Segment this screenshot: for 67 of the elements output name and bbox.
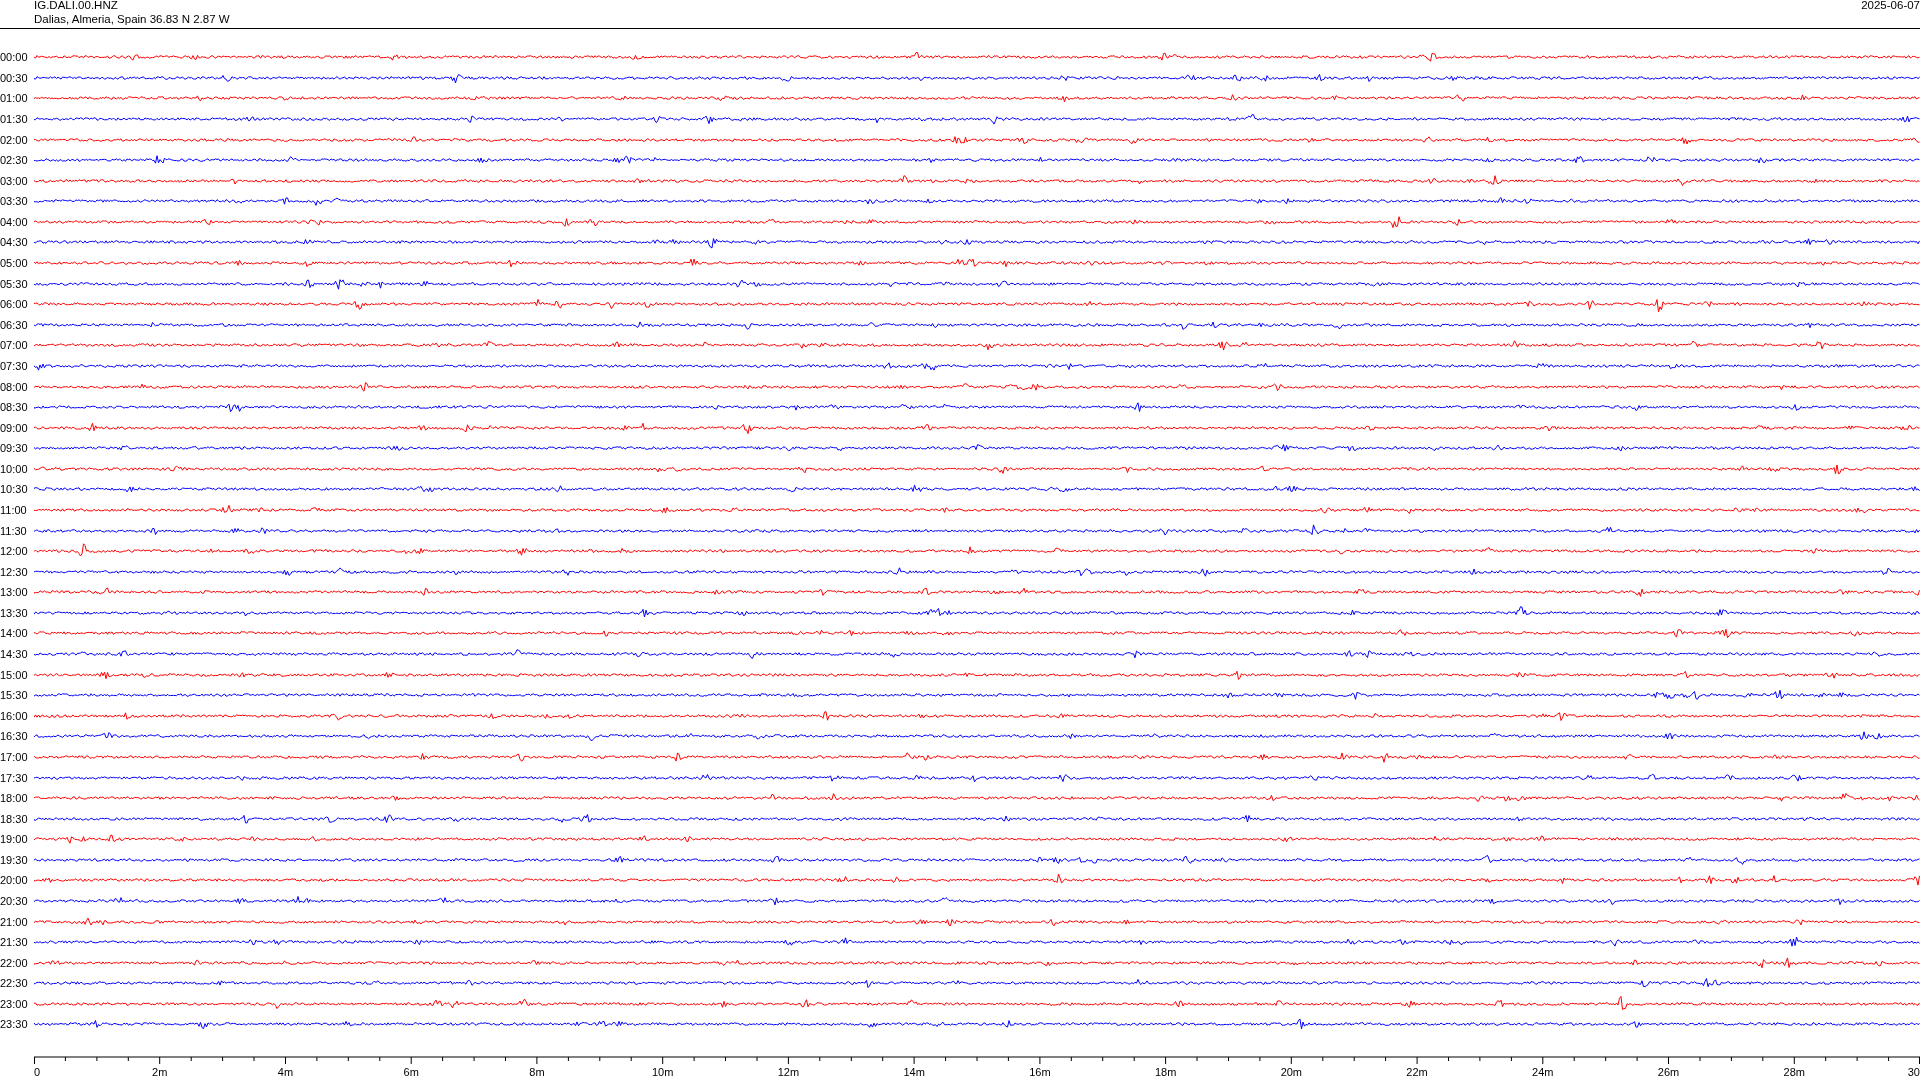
time-label: 13:00 <box>0 586 29 599</box>
time-label: 06:30 <box>0 318 29 331</box>
time-label: 21:30 <box>0 936 29 949</box>
time-label: 08:00 <box>0 380 29 393</box>
time-label: 18:30 <box>0 812 29 825</box>
time-label: 08:30 <box>0 401 29 414</box>
time-label: 12:00 <box>0 545 29 558</box>
axis-label: 0 <box>34 1065 41 1078</box>
axis-label: 30 <box>1907 1065 1920 1078</box>
station-location: Dalias, Almeria, Spain 36.83 N 2.87 W <box>34 12 230 26</box>
time-label: 12:30 <box>0 565 29 578</box>
time-label: 23:30 <box>0 1018 29 1031</box>
time-label: 20:00 <box>0 874 29 887</box>
axis-label: 12m <box>777 1065 800 1078</box>
record-date: 2025-06-07 <box>1861 0 1920 13</box>
time-label: 01:00 <box>0 92 29 105</box>
time-label: 19:30 <box>0 853 29 866</box>
axis-label: 18m <box>1154 1065 1177 1078</box>
time-label: 11:00 <box>0 504 28 516</box>
time-label: 04:30 <box>0 236 29 249</box>
axis-label: 2m <box>152 1065 168 1078</box>
time-label: 21:00 <box>0 915 29 928</box>
axis-label: 28m <box>1783 1065 1805 1078</box>
time-label: 16:00 <box>0 709 29 722</box>
time-label: 15:00 <box>0 668 29 681</box>
time-label: 14:00 <box>0 627 29 640</box>
time-label: 22:00 <box>0 956 29 969</box>
time-label: 07:00 <box>0 339 29 352</box>
time-label: 09:30 <box>0 442 29 455</box>
time-label: 18:00 <box>0 792 29 805</box>
time-label: 13:30 <box>0 606 29 619</box>
axis-label: 16m <box>1029 1065 1051 1078</box>
time-label: 17:30 <box>0 771 29 784</box>
time-label: 17:00 <box>0 750 29 763</box>
time-label: 02:30 <box>0 154 29 167</box>
axis-label: 10m <box>651 1065 674 1078</box>
time-label: 19:00 <box>0 833 29 846</box>
time-label: 23:00 <box>0 997 29 1010</box>
time-label: 04:00 <box>0 215 29 228</box>
axis-label: 22m <box>1406 1065 1428 1078</box>
axis-label: 14m <box>903 1065 925 1078</box>
time-label: 15:30 <box>0 689 29 702</box>
time-label: 22:30 <box>0 977 29 990</box>
axis-label: 8m <box>529 1065 545 1078</box>
time-label: 11:30 <box>0 524 28 537</box>
time-label: 00:00 <box>0 51 29 64</box>
time-label: 05:30 <box>0 277 29 290</box>
time-label: 10:00 <box>0 462 29 475</box>
time-label: 03:30 <box>0 195 29 208</box>
axis-label: 26m <box>1657 1065 1680 1078</box>
time-label: 01:30 <box>0 113 29 125</box>
axis-label: 20m <box>1280 1065 1303 1078</box>
axis-label: 6m <box>403 1065 419 1078</box>
time-label: 02:00 <box>0 133 29 146</box>
time-label: 03:00 <box>0 174 29 187</box>
time-label: 07:30 <box>0 359 29 372</box>
time-label: 16:30 <box>0 730 29 743</box>
time-label: 00:30 <box>0 71 29 84</box>
time-label: 14:30 <box>0 648 29 661</box>
time-label: 09:00 <box>0 421 29 434</box>
station-code: IG.DALI.00.HNZ <box>34 0 119 12</box>
time-label: 05:00 <box>0 257 29 270</box>
time-label: 10:30 <box>0 483 29 496</box>
axis-label: 4m <box>277 1065 294 1078</box>
time-label: 06:00 <box>0 298 29 311</box>
time-label: 20:30 <box>0 895 29 907</box>
axis-label: 24m <box>1532 1065 1554 1078</box>
